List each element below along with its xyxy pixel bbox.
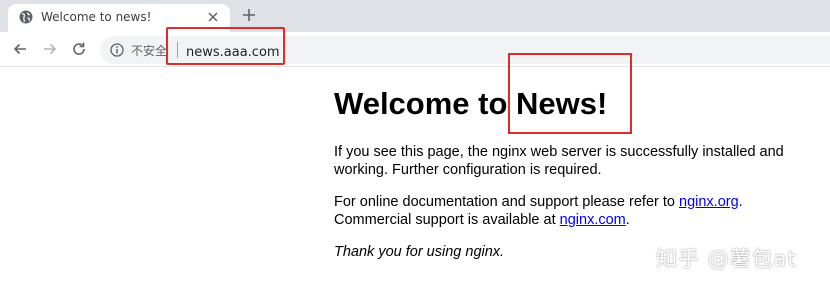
- close-icon[interactable]: [207, 11, 219, 23]
- tab-bar: Welcome to news!: [0, 0, 830, 32]
- plus-icon[interactable]: [242, 8, 256, 22]
- docs-text-1: For online documentation and support ple…: [334, 194, 679, 210]
- reload-icon[interactable]: [71, 41, 87, 57]
- intro-paragraph: If you see this page, the nginx web serv…: [334, 144, 784, 178]
- url-highlight-box: [166, 27, 285, 65]
- nginx-org-link[interactable]: nginx.org: [679, 194, 739, 210]
- security-label[interactable]: 不安全: [131, 42, 167, 59]
- back-arrow-icon[interactable]: [12, 41, 28, 57]
- heading-highlight-box: [508, 53, 632, 134]
- watermark: 知乎 @薯包at: [656, 247, 797, 271]
- info-icon[interactable]: [110, 43, 124, 57]
- forward-arrow-icon[interactable]: [42, 41, 58, 57]
- browser-toolbar: 不安全 news.aaa.com: [0, 32, 830, 67]
- tab-title: Welcome to news!: [41, 10, 152, 24]
- docs-text-3: .: [625, 212, 630, 228]
- nginx-com-link[interactable]: nginx.com: [560, 212, 626, 228]
- globe-icon: [19, 10, 33, 24]
- docs-paragraph: For online documentation and support ple…: [334, 193, 814, 229]
